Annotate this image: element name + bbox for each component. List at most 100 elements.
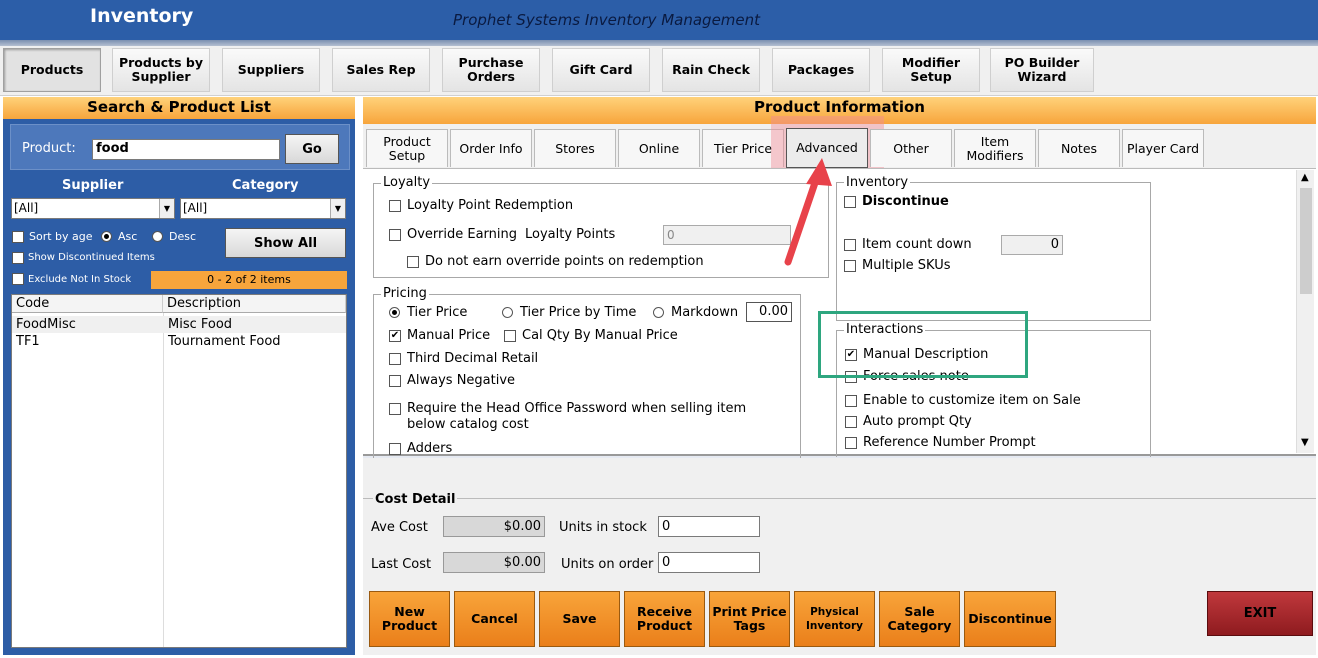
discontinue-button[interactable]: Discontinue bbox=[964, 591, 1056, 647]
show-discontinued-label: Show Discontinued Items bbox=[28, 252, 155, 263]
table-row[interactable]: FoodMisc Misc Food bbox=[12, 316, 346, 333]
tab-products-by-supplier[interactable]: Products by Supplier bbox=[112, 48, 210, 92]
tab-sales-rep[interactable]: Sales Rep bbox=[332, 48, 430, 92]
desc-radio[interactable] bbox=[152, 231, 163, 242]
override-earning-label: Override Earning bbox=[407, 227, 518, 242]
discontinue-checkbox[interactable] bbox=[844, 196, 856, 208]
discontinue-label: Discontinue bbox=[862, 194, 949, 209]
cal-qty-label: Cal Qty By Manual Price bbox=[522, 328, 678, 343]
tab-products[interactable]: Products bbox=[3, 48, 101, 92]
tab-notes[interactable]: Notes bbox=[1038, 129, 1120, 167]
tab-packages[interactable]: Packages bbox=[772, 48, 870, 92]
tab-purchase-orders[interactable]: Purchase Orders bbox=[442, 48, 540, 92]
highlight-box-annotation bbox=[818, 311, 1028, 378]
no-override-points-checkbox[interactable] bbox=[407, 256, 419, 268]
chevron-down-icon: ▼ bbox=[159, 199, 174, 218]
customize-item-label: Enable to customize item on Sale bbox=[863, 393, 1081, 408]
adders-checkbox[interactable] bbox=[389, 443, 401, 455]
tab-po-builder-wizard[interactable]: PO Builder Wizard bbox=[990, 48, 1094, 92]
loyalty-redemption-label: Loyalty Point Redemption bbox=[407, 198, 574, 213]
multiple-skus-checkbox[interactable] bbox=[844, 260, 856, 272]
exit-button[interactable]: EXIT bbox=[1207, 591, 1313, 636]
supplier-select-value: [All] bbox=[14, 201, 39, 215]
cell-description: Tournament Food bbox=[168, 334, 281, 349]
cal-qty-checkbox[interactable] bbox=[504, 330, 516, 342]
multiple-skus-label: Multiple SKUs bbox=[862, 258, 951, 273]
manual-price-checkbox[interactable]: ✔ bbox=[389, 330, 401, 342]
save-button[interactable]: Save bbox=[539, 591, 620, 647]
reference-prompt-label: Reference Number Prompt bbox=[863, 435, 1036, 450]
cell-code: TF1 bbox=[16, 334, 40, 349]
last-cost-label: Last Cost bbox=[371, 557, 432, 572]
scroll-up-icon[interactable]: ▲ bbox=[1301, 172, 1309, 183]
tab-gift-card[interactable]: Gift Card bbox=[552, 48, 650, 92]
markdown-radio[interactable] bbox=[653, 307, 664, 318]
asc-radio[interactable] bbox=[101, 231, 112, 242]
units-on-order-input[interactable]: 0 bbox=[658, 552, 760, 573]
tab-stores[interactable]: Stores bbox=[534, 129, 616, 167]
last-cost-value: $0.00 bbox=[443, 552, 545, 573]
tab-modifier-setup[interactable]: Modifier Setup bbox=[882, 48, 980, 92]
always-negative-checkbox[interactable] bbox=[389, 375, 401, 387]
units-in-stock-input[interactable]: 0 bbox=[658, 516, 760, 537]
loyalty-points-label: Loyalty Points bbox=[525, 227, 616, 242]
physical-inventory-button[interactable]: Physical Inventory bbox=[794, 591, 875, 647]
print-price-tags-button[interactable]: Print Price Tags bbox=[709, 591, 790, 647]
no-override-points-label: Do not earn override points on redemptio… bbox=[425, 254, 704, 269]
sale-category-button[interactable]: Sale Category bbox=[879, 591, 960, 647]
tab-suppliers[interactable]: Suppliers bbox=[222, 48, 320, 92]
tab-online[interactable]: Online bbox=[618, 129, 700, 167]
tab-player-card[interactable]: Player Card bbox=[1122, 129, 1204, 167]
tier-price-by-time-radio[interactable] bbox=[502, 307, 513, 318]
arrow-annotation-icon bbox=[784, 158, 832, 266]
cancel-button[interactable]: Cancel bbox=[454, 591, 535, 647]
column-header-description[interactable]: Description bbox=[163, 295, 346, 313]
go-button[interactable]: Go bbox=[285, 134, 339, 164]
inventory-title: Inventory bbox=[844, 175, 911, 190]
exclude-not-in-stock-checkbox[interactable] bbox=[12, 273, 24, 285]
new-product-button[interactable]: New Product bbox=[369, 591, 450, 647]
main-tab-bar: Products Products by Supplier Suppliers … bbox=[0, 46, 1318, 96]
sort-by-age-checkbox[interactable] bbox=[12, 231, 24, 243]
loyalty-redemption-checkbox[interactable] bbox=[389, 200, 401, 212]
tab-product-setup[interactable]: Product Setup bbox=[366, 129, 448, 167]
tier-price-radio[interactable] bbox=[389, 307, 400, 318]
item-count-down-checkbox[interactable] bbox=[844, 239, 856, 251]
tier-price-label: Tier Price bbox=[407, 305, 468, 320]
tab-order-info[interactable]: Order Info bbox=[450, 129, 532, 167]
third-decimal-checkbox[interactable] bbox=[389, 353, 401, 365]
exclude-not-in-stock-label: Exclude Not In Stock bbox=[28, 274, 132, 285]
loyalty-title: Loyalty bbox=[381, 175, 433, 190]
reference-prompt-checkbox[interactable] bbox=[845, 437, 857, 449]
receive-product-button[interactable]: Receive Product bbox=[624, 591, 705, 647]
scrollbar-thumb[interactable] bbox=[1300, 188, 1312, 294]
always-negative-label: Always Negative bbox=[407, 373, 516, 388]
units-on-order-label: Units on order bbox=[561, 557, 654, 572]
tab-item-modifiers[interactable]: Item Modifiers bbox=[954, 129, 1036, 167]
markdown-label: Markdown bbox=[671, 305, 739, 320]
require-password-label-2: below catalog cost bbox=[407, 417, 529, 432]
table-row[interactable]: TF1 Tournament Food bbox=[12, 333, 346, 350]
cost-detail-panel: Cost Detail Ave Cost $0.00 Units in stoc… bbox=[363, 458, 1316, 582]
content-scrollbar[interactable]: ▲ ▼ bbox=[1296, 170, 1314, 453]
supplier-label: Supplier bbox=[62, 178, 124, 193]
cell-code: FoodMisc bbox=[16, 317, 76, 332]
column-header-code[interactable]: Code bbox=[12, 295, 163, 313]
category-select-value: [All] bbox=[183, 201, 208, 215]
supplier-select[interactable]: [All] ▼ bbox=[11, 198, 175, 219]
product-search-input[interactable]: food bbox=[92, 139, 280, 160]
override-earning-checkbox[interactable] bbox=[389, 229, 401, 241]
tab-rain-check[interactable]: Rain Check bbox=[662, 48, 760, 92]
tab-other[interactable]: Other bbox=[870, 129, 952, 167]
sort-by-age-label: Sort by age bbox=[29, 230, 93, 243]
show-discontinued-checkbox[interactable] bbox=[12, 252, 24, 264]
markdown-input[interactable]: 0.00 bbox=[746, 302, 792, 322]
auto-prompt-qty-checkbox[interactable] bbox=[845, 416, 857, 428]
app-title: Inventory bbox=[90, 5, 194, 27]
item-count-input[interactable]: 0 bbox=[1001, 235, 1063, 255]
scroll-down-icon[interactable]: ▼ bbox=[1301, 437, 1309, 448]
require-password-checkbox[interactable] bbox=[389, 403, 401, 415]
customize-item-checkbox[interactable] bbox=[845, 395, 857, 407]
category-select[interactable]: [All] ▼ bbox=[180, 198, 346, 219]
show-all-button[interactable]: Show All bbox=[225, 228, 346, 258]
